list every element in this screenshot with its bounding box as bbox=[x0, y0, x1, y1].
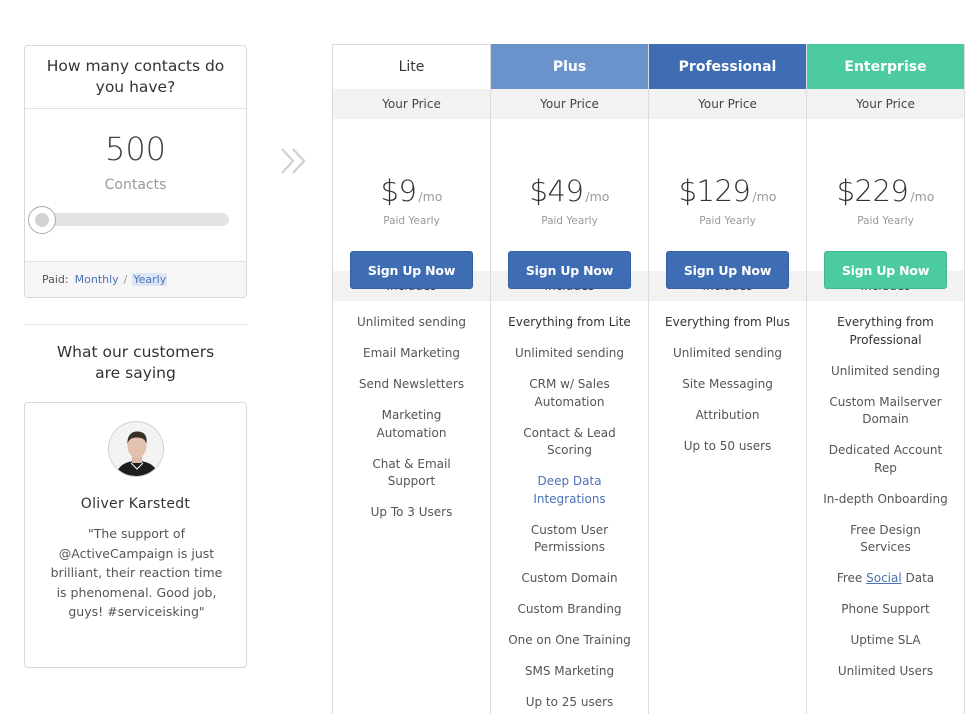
billing-period-toggle: Paid: Monthly / Yearly bbox=[25, 261, 246, 297]
billing-note: Paid Yearly bbox=[383, 215, 440, 227]
feature-item: Everything from Plus bbox=[665, 315, 790, 329]
testimonial-quote: "The support of @ActiveCampaign is just … bbox=[50, 526, 223, 619]
feature-item: Up to 50 users bbox=[683, 439, 772, 453]
testimonials-heading: What our customers are saying bbox=[56, 343, 215, 382]
plan-price: $129/mo bbox=[678, 174, 777, 208]
feature-item: Unlimited sending bbox=[672, 346, 782, 360]
feature-item: Site Messaging bbox=[682, 377, 773, 391]
contacts-unit-label: Contacts bbox=[104, 177, 167, 193]
yearly-link[interactable]: Yearly bbox=[132, 273, 168, 286]
billing-note: Paid Yearly bbox=[699, 215, 756, 227]
feature-item: Marketing Automation bbox=[376, 408, 447, 440]
testimonial-card: Oliver Karstedt "The support of @ActiveC… bbox=[24, 402, 247, 668]
monthly-link[interactable]: Monthly bbox=[75, 273, 119, 286]
plan-name: Plus bbox=[491, 44, 648, 89]
avatar bbox=[108, 421, 164, 477]
feature-item: Contact & Lead Scoring bbox=[523, 425, 616, 458]
feature-item-link[interactable]: Deep Data Integrations bbox=[491, 467, 648, 516]
plan-name: Lite bbox=[333, 44, 490, 89]
feature-item: Uptime SLA bbox=[850, 633, 921, 647]
contacts-widget: How many contacts do you have? 500 Conta… bbox=[24, 45, 247, 298]
feature-item: In-depth Onboarding bbox=[823, 491, 948, 506]
plan-column-plus: Plus Your Price $49/mo Paid Yearly Sign … bbox=[491, 44, 649, 714]
plan-column-professional: Professional Your Price $129/mo Paid Yea… bbox=[649, 44, 807, 714]
feature-item: Free Design Services bbox=[850, 522, 921, 555]
billing-separator: / bbox=[123, 273, 128, 286]
feature-item: Unlimited sending bbox=[830, 363, 940, 378]
feature-item-social: Free Social Data bbox=[836, 571, 935, 585]
contacts-widget-title: How many contacts do you have? bbox=[25, 46, 246, 109]
feature-item: Phone Support bbox=[841, 602, 930, 616]
sign-up-button[interactable]: Sign Up Now bbox=[824, 251, 947, 289]
feature-item: One on One Training bbox=[508, 633, 631, 647]
feature-item: Email Marketing bbox=[363, 346, 460, 360]
billing-note: Paid Yearly bbox=[857, 215, 914, 227]
feature-item: Unlimited sending bbox=[514, 346, 624, 360]
feature-item: Up to 25 users bbox=[525, 695, 614, 709]
feature-item: Custom Domain bbox=[521, 571, 618, 585]
plan-name: Enterprise bbox=[807, 44, 964, 89]
testimonial-author: Oliver Karstedt bbox=[80, 496, 191, 512]
section-divider bbox=[24, 324, 247, 325]
feature-item: SMS Marketing bbox=[524, 664, 615, 678]
feature-item: Everything from Professional bbox=[837, 315, 934, 347]
contacts-count: 500 bbox=[104, 130, 167, 168]
feature-item: Attribution bbox=[695, 408, 760, 422]
pricing-table: Lite Your Price $9/mo Paid Yearly Sign U… bbox=[332, 44, 965, 714]
feature-item: Custom User Permissions bbox=[530, 522, 609, 555]
your-price-label: Your Price bbox=[649, 89, 806, 119]
your-price-label: Your Price bbox=[333, 89, 490, 119]
feature-item: Custom Mailserver Domain bbox=[829, 394, 942, 427]
sign-up-button[interactable]: Sign Up Now bbox=[666, 251, 789, 289]
feature-item: Unlimited Users bbox=[837, 664, 934, 678]
plan-name: Professional bbox=[649, 44, 806, 89]
plan-price: $229/mo bbox=[836, 174, 935, 208]
feature-item: Unlimited sending bbox=[356, 315, 466, 329]
feature-list: Everything from Plus Unlimited sending S… bbox=[649, 301, 806, 463]
feature-item: Send Newsletters bbox=[358, 377, 465, 391]
your-price-label: Your Price bbox=[491, 89, 648, 119]
sign-up-button[interactable]: Sign Up Now bbox=[508, 251, 631, 289]
feature-list: Everything from Professional Unlimited s… bbox=[807, 301, 964, 688]
contacts-slider-handle[interactable] bbox=[28, 206, 56, 234]
feature-item: Everything from Lite bbox=[508, 315, 631, 329]
plan-price: $9/mo bbox=[380, 174, 443, 208]
double-chevron-right-icon bbox=[280, 147, 310, 175]
paid-label: Paid: bbox=[42, 273, 69, 286]
social-link[interactable]: Social bbox=[866, 571, 902, 585]
feature-item: Up To 3 Users bbox=[370, 505, 453, 519]
billing-note: Paid Yearly bbox=[541, 215, 598, 227]
feature-list: Unlimited sending Email Marketing Send N… bbox=[333, 301, 490, 529]
feature-item: Custom Branding bbox=[517, 602, 622, 616]
contacts-slider-track[interactable] bbox=[30, 213, 229, 226]
your-price-label: Your Price bbox=[807, 89, 964, 119]
plan-price: $49/mo bbox=[529, 174, 610, 208]
feature-item: Chat & Email Support bbox=[372, 456, 451, 489]
sign-up-button[interactable]: Sign Up Now bbox=[350, 251, 473, 289]
plan-column-lite: Lite Your Price $9/mo Paid Yearly Sign U… bbox=[333, 44, 491, 714]
feature-item: Dedicated Account Rep bbox=[828, 443, 943, 475]
feature-item: CRM w/ Sales Automation bbox=[529, 377, 610, 409]
plan-column-enterprise: Enterprise Your Price $229/mo Paid Yearl… bbox=[807, 44, 965, 714]
feature-list: Everything from Lite Unlimited sending C… bbox=[491, 301, 648, 714]
